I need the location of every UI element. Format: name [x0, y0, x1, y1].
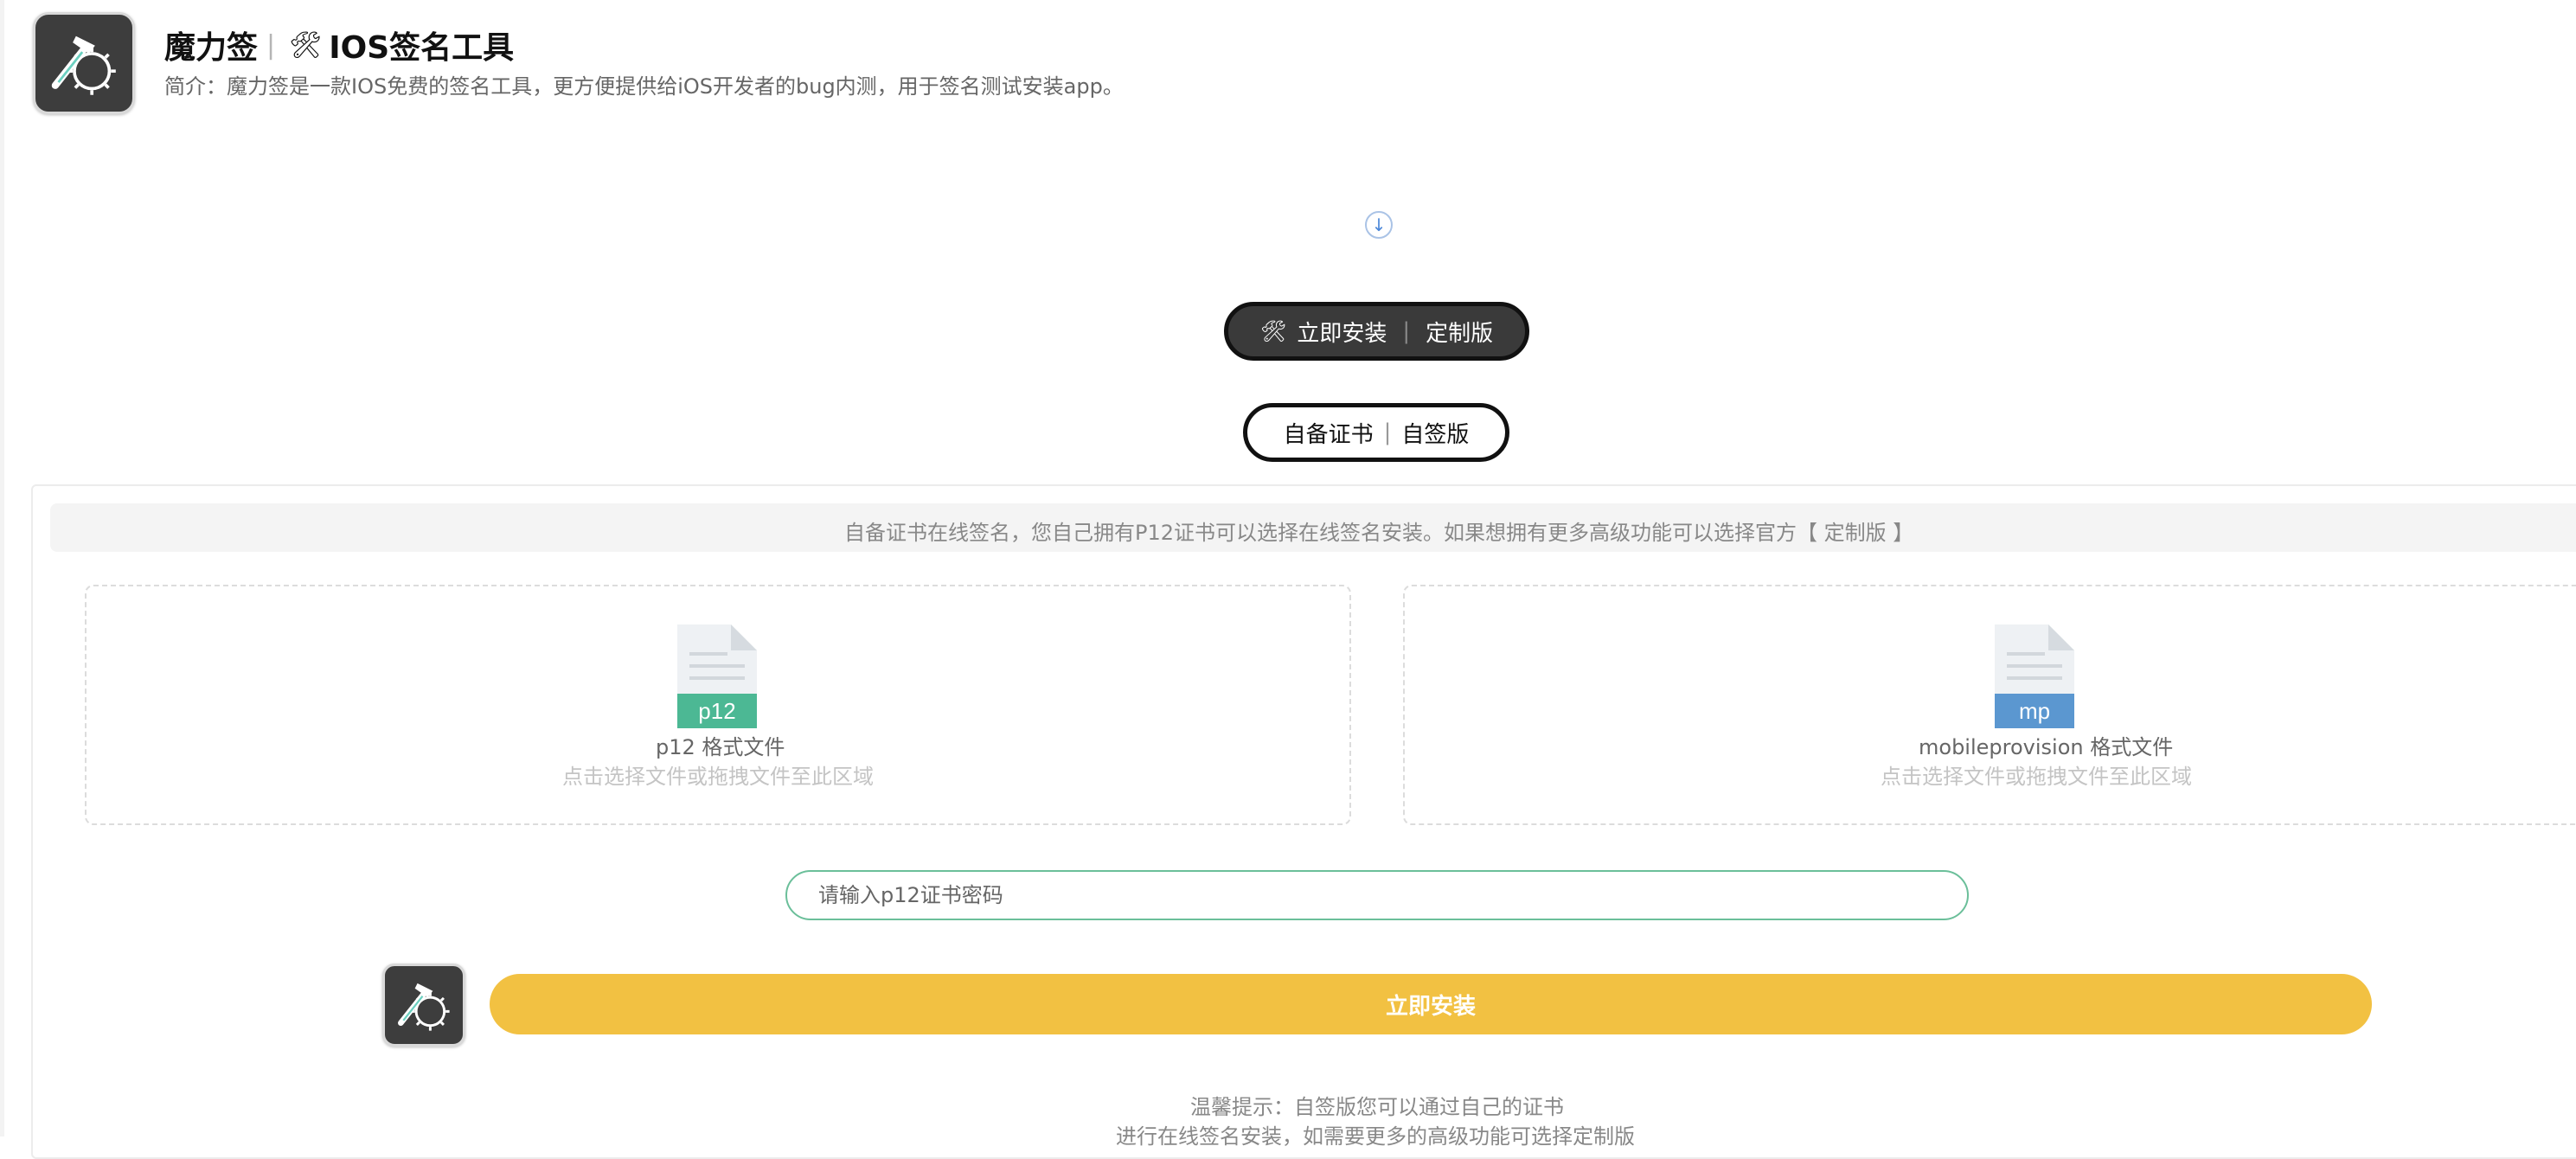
- install-now-button[interactable]: 立即安装: [490, 974, 2372, 1034]
- custom-install-button[interactable]: 🛠 立即安装 | 定制版: [1224, 302, 1529, 361]
- custom-install-label: 立即安装: [1297, 320, 1387, 347]
- app-logo-small-icon: [382, 964, 465, 1047]
- app-name: 魔力签: [164, 30, 259, 66]
- page-title: 魔力签 | 🛠 IOS签名工具: [164, 24, 515, 67]
- self-sign-version-label: 自签版: [1401, 421, 1470, 448]
- arrow-down-circle-icon[interactable]: ↓: [1365, 211, 1393, 239]
- mobileprovision-upload-hint: 点击选择文件或拖拽文件至此区域: [1881, 765, 2192, 789]
- p12-badge: p12: [677, 694, 757, 728]
- tip-line-2: 进行在线签名安装，如需要更多的高级功能可选择定制版: [1116, 1124, 1635, 1149]
- tip-line-1: 温馨提示：自签版您可以通过自己的证书: [1190, 1095, 1564, 1119]
- p12-upload-title: p12 格式文件: [656, 735, 785, 759]
- notice-text: 自备证书在线签名，您自己拥有P12证书可以选择在线签名安装。如果想拥有更多高级功…: [844, 521, 1914, 545]
- self-cert-label: 自备证书: [1283, 421, 1374, 448]
- pill-separator: |: [1383, 419, 1392, 445]
- p12-upload-hint: 点击选择文件或拖拽文件至此区域: [562, 765, 874, 789]
- pill-separator: |: [1402, 318, 1411, 344]
- mobileprovision-badge: mp: [1995, 694, 2074, 728]
- tools-icon: 🛠: [289, 29, 323, 61]
- mobileprovision-upload-title: mobileprovision 格式文件: [1919, 735, 2174, 759]
- intro-text: 简介：魔力签是一款IOS免费的签名工具，更方便提供给iOS开发者的bug内测，用…: [164, 74, 1124, 99]
- app-logo-icon: [33, 12, 135, 114]
- p12-file-icon: p12: [677, 624, 757, 728]
- left-edge: [0, 0, 4, 1137]
- title-text: IOS签名工具: [329, 30, 515, 66]
- title-separator: |: [266, 29, 276, 61]
- tools-icon: 🛠: [1259, 319, 1287, 343]
- self-sign-tab-button[interactable]: 自备证书 | 自签版: [1243, 403, 1509, 462]
- mobileprovision-file-icon: mp: [1995, 624, 2074, 728]
- p12-password-input[interactable]: [785, 870, 1969, 920]
- custom-version-label: 定制版: [1426, 320, 1494, 347]
